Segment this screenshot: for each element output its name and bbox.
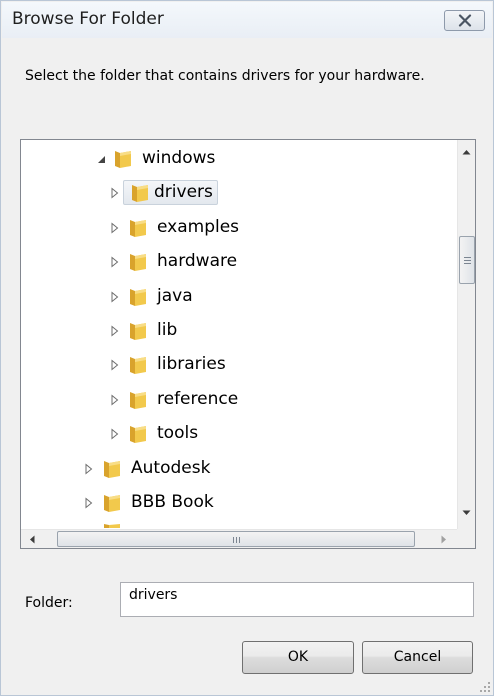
folder-icon (104, 524, 120, 528)
expand-triangle-icon[interactable] (110, 325, 120, 337)
grip-line (464, 257, 471, 258)
folder-icon (130, 323, 146, 340)
expand-triangle-icon[interactable] (110, 394, 120, 406)
horizontal-scrollbar[interactable] (21, 529, 457, 548)
tree-item-label: tools (157, 423, 199, 443)
tree-item-autodesk[interactable]: Autodesk (21, 454, 321, 484)
collapse-triangle-icon[interactable] (97, 153, 107, 165)
expand-triangle-icon[interactable] (110, 187, 120, 199)
tree-item-drivers[interactable]: drivers (21, 178, 321, 208)
tree-item-label: Autodesk (131, 458, 211, 478)
folder-name-input[interactable] (120, 582, 474, 617)
tree-item-bbb-book[interactable]: BBB Book (21, 488, 321, 518)
folder-icon (130, 426, 146, 443)
folder-icon (130, 392, 146, 409)
tree-item-java[interactable]: java (21, 282, 321, 312)
grip-line (464, 260, 471, 261)
tree-item-reference[interactable]: reference (21, 385, 321, 415)
expand-triangle-icon[interactable] (110, 222, 120, 234)
folder-icon (130, 220, 146, 237)
instruction-text: Select the folder that contains drivers … (25, 68, 425, 84)
tree-item-label: libraries (157, 354, 226, 374)
expand-triangle-icon[interactable] (84, 463, 94, 475)
vertical-scrollbar[interactable] (457, 140, 475, 529)
tree-item-label: java (157, 286, 193, 306)
title-bar: Browse For Folder (2, 2, 492, 38)
folder-icon (132, 185, 148, 202)
folder-tree[interactable]: windows drivers examples hardware java l… (20, 139, 476, 549)
folder-icon (130, 289, 146, 306)
tree-item-label: reference (157, 389, 239, 409)
scroll-up-arrow-icon[interactable] (462, 149, 471, 155)
folder-icon (104, 461, 120, 478)
tree-item-label: windows (142, 148, 216, 168)
tree-item-libraries[interactable]: libraries (21, 350, 321, 380)
tree-item-label: BBB Book (131, 492, 214, 512)
dialog-title: Browse For Folder (12, 9, 164, 29)
tree-item-examples[interactable]: examples (21, 213, 321, 243)
close-button[interactable] (444, 10, 485, 31)
tree-item-label: hardware (157, 251, 238, 271)
expand-triangle-icon[interactable] (110, 256, 120, 268)
browse-for-folder-dialog: Browse For Folder Select the folder that… (0, 0, 494, 696)
folder-icon (115, 151, 131, 168)
folder-icon (130, 357, 146, 374)
scrollbar-corner (457, 529, 475, 548)
ok-button[interactable]: OK (242, 641, 354, 674)
tree-item-label: examples (157, 217, 240, 237)
tree-item-windows[interactable]: windows (21, 144, 321, 174)
grip-line (464, 263, 471, 264)
resize-grip-icon[interactable] (479, 681, 491, 693)
scroll-left-arrow-icon[interactable] (29, 535, 35, 544)
scroll-down-arrow-icon[interactable] (462, 510, 471, 516)
tree-viewport: windows drivers examples hardware java l… (21, 140, 457, 528)
tree-item-tools[interactable]: tools (21, 419, 321, 449)
tree-item-label: lib (157, 320, 178, 340)
expand-triangle-icon[interactable] (110, 428, 120, 440)
scroll-right-arrow-icon[interactable] (441, 535, 447, 544)
close-icon (458, 14, 472, 27)
folder-label: Folder: (25, 595, 73, 611)
expand-triangle-icon[interactable] (110, 291, 120, 303)
expand-triangle-icon[interactable] (110, 359, 120, 371)
tree-item-hardware[interactable]: hardware (21, 247, 321, 277)
horizontal-scroll-thumb[interactable] (57, 531, 415, 547)
grip-line (233, 537, 234, 543)
grip-line (239, 537, 240, 543)
cancel-button[interactable]: Cancel (362, 641, 473, 674)
vertical-scroll-thumb[interactable] (459, 236, 475, 284)
tree-item-lib[interactable]: lib (21, 316, 321, 346)
folder-icon (104, 495, 120, 512)
folder-icon (130, 254, 146, 271)
grip-line (236, 537, 237, 543)
expand-triangle-icon[interactable] (84, 497, 94, 509)
